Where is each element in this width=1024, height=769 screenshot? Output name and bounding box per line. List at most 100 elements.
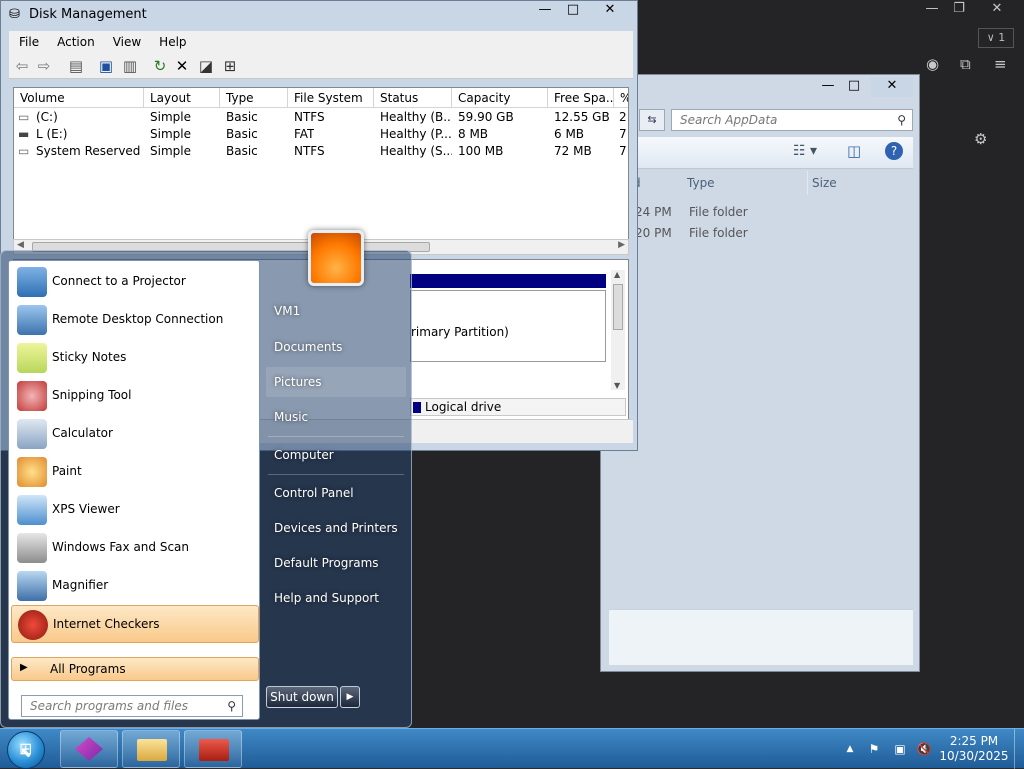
details-pane (609, 609, 913, 665)
column-header-free-space[interactable]: Free Spa... (548, 88, 614, 108)
help-support-link[interactable]: Help and Support (266, 583, 406, 613)
volume-free: 6 MB (554, 127, 585, 141)
column-header-capacity[interactable]: Capacity (452, 88, 548, 108)
search-input[interactable]: Search programs and files ⚲ (21, 695, 243, 717)
disk-icon[interactable]: ⊞ (221, 57, 239, 75)
menu-action[interactable]: Action (47, 31, 103, 53)
control-panel-link[interactable]: Control Panel (266, 478, 406, 508)
program-item[interactable]: Sticky Notes (11, 339, 259, 377)
column-header-percent[interactable]: % (614, 88, 628, 108)
all-programs-label: All Programs (50, 662, 126, 676)
back-icon[interactable]: ⇦ (13, 57, 31, 75)
partition-box[interactable]: rimary Partition) (410, 290, 606, 362)
toolbar: ⇦ ⇨ ▤ ▣ ▥ ↻ ✕ ◪ ⊞ (9, 53, 633, 79)
music-link[interactable]: Music (266, 402, 406, 432)
delete-icon[interactable]: ✕ (173, 57, 191, 75)
search-input[interactable]: Search AppData ⚲ (671, 109, 913, 131)
taskbar-app-toolbox[interactable] (184, 730, 242, 768)
gear-icon[interactable]: ⚙ (974, 130, 987, 148)
column-header-type[interactable]: Type (687, 171, 807, 195)
folder-icon (137, 739, 167, 761)
scroll-thumb[interactable] (613, 284, 623, 330)
computer-link[interactable]: Computer (266, 440, 406, 470)
maximize-icon[interactable]: □ (841, 77, 867, 97)
scroll-up-icon[interactable]: ▲ (614, 270, 620, 279)
minimize-icon[interactable]: — (531, 1, 559, 21)
view-options-icon[interactable]: ☷ ▾ (793, 143, 817, 159)
user-folder-link[interactable]: VM1 (266, 296, 406, 326)
close-icon[interactable]: ✕ (589, 1, 631, 21)
program-item-selected[interactable]: Internet Checkers (11, 605, 259, 643)
triangle-right-icon: ▶ (20, 662, 28, 673)
menu-file[interactable]: File (9, 31, 47, 53)
menu-icon[interactable]: ≡ (994, 55, 1007, 73)
show-desktop-button[interactable] (1014, 729, 1024, 769)
separator (268, 474, 404, 475)
all-programs-button[interactable]: ▶ All Programs (11, 657, 259, 681)
preview-pane-icon[interactable]: ◫ (847, 142, 861, 160)
program-item[interactable]: Windows Fax and Scan (11, 529, 259, 567)
search-placeholder: Search AppData (680, 113, 778, 127)
taskbar-app-explorer[interactable] (122, 730, 180, 768)
column-header-type[interactable]: Type (220, 88, 288, 108)
close-icon[interactable]: ✕ (980, 0, 1014, 20)
triangle-right-icon: ▶ (346, 692, 354, 702)
action-center-icon[interactable]: ⚑ (866, 741, 882, 757)
refresh-icon[interactable]: ⇆ (639, 109, 665, 131)
help-icon[interactable]: ? (885, 142, 903, 160)
close-icon[interactable]: ✕ (871, 77, 913, 97)
shutdown-button[interactable]: Shut down (266, 686, 338, 708)
clock-date: 10/30/2025 (939, 749, 1009, 763)
pictures-link[interactable]: Pictures (266, 367, 406, 397)
devices-printers-link[interactable]: Devices and Printers (266, 513, 406, 543)
settings-icon[interactable]: ◪ (197, 57, 215, 75)
scroll-right-icon[interactable]: ▶ (618, 240, 625, 250)
table-row[interactable]: ▬ L (E:) Simple Basic FAT Healthy (P... … (14, 126, 628, 143)
network-icon[interactable]: ▣ (892, 741, 908, 757)
volume-layout: Simple (150, 127, 191, 141)
vertical-scrollbar[interactable]: ▲ ▼ (611, 270, 625, 390)
volume-capacity: 100 MB (458, 144, 504, 158)
scroll-down-icon[interactable]: ▼ (614, 381, 620, 390)
row-date-fragment: 24 PM (635, 205, 672, 219)
tab-counter[interactable]: ∨ 1 (978, 28, 1014, 48)
menu-help[interactable]: Help (149, 31, 194, 53)
maximize-icon[interactable]: □ (559, 1, 587, 21)
scroll-left-icon[interactable]: ◀ (17, 240, 24, 250)
program-item[interactable]: Snipping Tool (11, 377, 259, 415)
user-picture[interactable] (308, 230, 364, 286)
checkers-icon (18, 610, 48, 640)
clock[interactable]: 2:25 PM 10/30/2025 (938, 734, 1010, 764)
default-programs-link[interactable]: Default Programs (266, 548, 406, 578)
program-item[interactable]: Connect to a Projector (11, 263, 259, 301)
column-header-file-system[interactable]: File System (288, 88, 374, 108)
minimize-icon[interactable]: — (815, 77, 841, 97)
program-item[interactable]: XPS Viewer (11, 491, 259, 529)
column-header-size[interactable]: Size (807, 171, 887, 195)
show-hidden-icons[interactable]: ▲ (842, 741, 858, 757)
restore-icon[interactable]: ❐ (942, 0, 976, 20)
program-item[interactable]: Paint (11, 453, 259, 491)
properties-icon[interactable]: ▥ (121, 57, 139, 75)
console-tree-icon[interactable]: ▤ (67, 57, 85, 75)
shutdown-options-button[interactable]: ▶ (340, 686, 360, 708)
help-icon[interactable]: ▣ (97, 57, 115, 75)
column-header-layout[interactable]: Layout (144, 88, 220, 108)
program-item[interactable]: Calculator (11, 415, 259, 453)
table-row[interactable]: ▭ System Reserved Simple Basic NTFS Heal… (14, 143, 628, 160)
menu-view[interactable]: View (103, 31, 149, 53)
program-item[interactable]: Magnifier (11, 567, 259, 605)
table-row[interactable]: ▭ (C:) Simple Basic NTFS Healthy (B... 5… (14, 109, 628, 126)
refresh-icon[interactable]: ↻ (151, 57, 169, 75)
program-list: Connect to a Projector Remote Desktop Co… (8, 260, 260, 720)
extensions-icon[interactable]: ⧉ (960, 55, 971, 73)
forward-icon[interactable]: ⇨ (35, 57, 53, 75)
documents-link[interactable]: Documents (266, 332, 406, 362)
program-item[interactable]: Remote Desktop Connection (11, 301, 259, 339)
column-header-status[interactable]: Status (374, 88, 452, 108)
toolbox-icon (199, 739, 229, 761)
volume-muted-icon[interactable]: 🔇 (916, 741, 932, 757)
taskbar-app-visual-studio[interactable] (60, 730, 118, 768)
profile-icon[interactable]: ◉ (926, 55, 939, 73)
column-header-volume[interactable]: Volume (14, 88, 144, 108)
